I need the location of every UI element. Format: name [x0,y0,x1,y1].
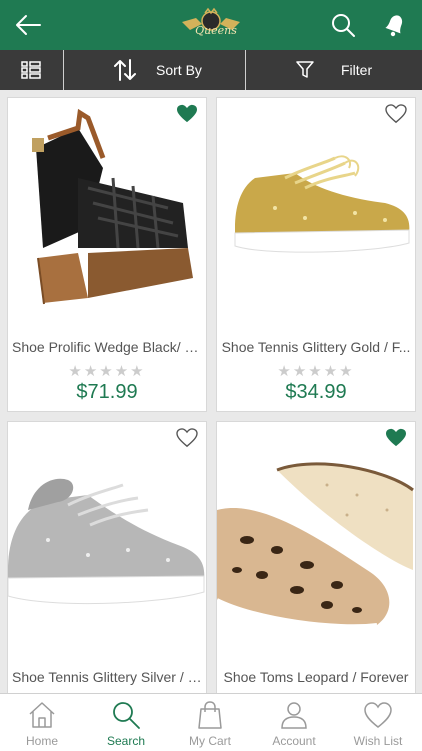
tab-account[interactable]: Account [252,694,336,751]
tab-label: My Cart [189,734,231,748]
product-price: $34.99 [285,381,347,403]
product-name: Shoe Tennis Glittery Gold / F... [221,339,411,355]
bottom-tab-bar: Home Search My Cart Account Wish List [0,693,422,751]
product-grid: Shoe Prolific Wedge Black/ V... ★★★★★ $7… [0,90,422,693]
product-name: Shoe Tennis Glittery Silver / F... [12,669,206,685]
wedge-sandal-image [32,108,193,305]
tab-search[interactable]: Search [84,694,168,751]
tab-wish-list[interactable]: Wish List [336,694,422,751]
sort-filter-toolbar: Sort By Filter [0,50,422,90]
product-name: Shoe Toms Leopard / Forever [223,669,409,685]
silver-glitter-sneaker-image [8,478,205,605]
filter-label: Filter [341,62,373,78]
sort-by-label: Sort By [156,62,202,78]
home-icon [29,702,55,728]
list-view-icon [21,61,41,79]
bag-icon [198,701,222,729]
notification-bell-icon[interactable] [382,12,408,38]
wishlist-heart-icon[interactable] [176,428,198,448]
wishlist-heart-icon[interactable] [176,104,198,124]
rating-stars: ★★★★★ [68,363,146,380]
leopard-slip-on-image [217,462,414,629]
tab-home[interactable]: Home [0,694,84,751]
wishlist-heart-icon[interactable] [385,104,407,124]
back-arrow-icon[interactable] [14,12,42,38]
product-card[interactable]: Shoe Toms Leopard / Forever [216,421,416,693]
tab-label: Wish List [353,734,403,748]
filter-funnel-icon [296,61,314,78]
heart-icon [364,702,392,728]
gold-glitter-sneaker-image [234,155,410,253]
product-card[interactable]: Shoe Tennis Glittery Gold / F... ★★★★★ $… [216,97,416,412]
product-card[interactable]: Shoe Tennis Glittery Silver / F... [7,421,207,693]
sort-arrows-icon [114,59,136,81]
tab-label: Search [106,734,146,748]
filter-button[interactable]: Filter [246,50,422,90]
tab-label: Account [272,734,316,748]
view-toggle-button[interactable] [0,50,63,90]
sort-by-button[interactable]: Sort By [64,50,245,90]
search-icon[interactable] [330,12,356,38]
product-name: Shoe Prolific Wedge Black/ V... [12,339,205,355]
user-icon [281,702,307,729]
product-card[interactable]: Shoe Prolific Wedge Black/ V... ★★★★★ $7… [7,97,207,412]
app-header: Queens [0,0,422,50]
tab-label: Home [25,734,58,748]
product-price: $71.99 [76,381,138,403]
rating-stars: ★★★★★ [277,363,355,380]
tab-my-cart[interactable]: My Cart [168,694,252,751]
wishlist-heart-icon[interactable] [385,428,407,448]
search-icon [113,702,140,729]
logo-text: Queens [195,24,237,37]
